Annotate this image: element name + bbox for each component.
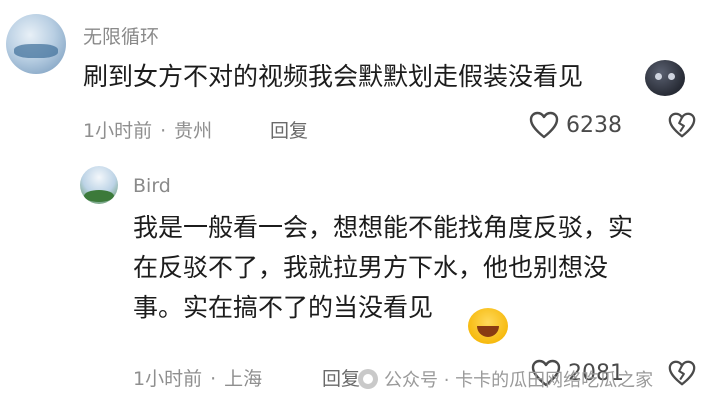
reply-username[interactable]: Bird (133, 175, 171, 197)
comment-thread: 无限循环 刷到女方不对的视频我会默默划走假装没看见 1小时前 · 贵州 回复 623… (0, 0, 720, 410)
reply-meta: 1小时前 · 上海 (133, 364, 262, 391)
like-button[interactable]: 6238 (528, 110, 622, 140)
like-count: 6238 (566, 112, 622, 138)
avatar[interactable] (6, 14, 66, 74)
reply-avatar[interactable] (80, 166, 118, 204)
reply-time: 1小时前 (133, 368, 203, 390)
reply-text-line: 我是一般看一会，想想能不能找角度反驳，实 (133, 213, 634, 242)
laughing-tears-emoji-icon (468, 308, 508, 344)
broken-heart-icon (668, 112, 696, 138)
reply-text-line: 事。实在搞不了的当没看见 (133, 293, 434, 322)
watermark: 公众号 · 卡卡的瓜田网络吃瓜之家 (358, 366, 653, 392)
reply-text: 我是一般看一会，想想能不能找角度反驳，实 在反驳不了，我就拉男方下水，他也别想没… (133, 208, 693, 328)
heart-icon (529, 111, 559, 139)
reply-button[interactable]: 回复 (270, 116, 308, 143)
reply-dislike-button[interactable] (667, 358, 697, 392)
watermark-text: 公众号 · 卡卡的瓜田网络吃瓜之家 (384, 370, 654, 391)
dark-face-emoji-icon (645, 60, 685, 96)
comment-username[interactable]: 无限循环 (83, 22, 159, 49)
comment-location: 贵州 (174, 120, 213, 142)
dislike-button[interactable] (667, 110, 697, 144)
comment-meta: 1小时前 · 贵州 (83, 116, 212, 143)
broken-heart-icon (668, 360, 696, 386)
comment-text: 刷到女方不对的视频我会默默划走假装没看见 (83, 62, 584, 91)
reply-location: 上海 (224, 368, 263, 390)
separator: · (160, 120, 167, 142)
comment-time: 1小时前 (83, 120, 153, 142)
wechat-icon (358, 369, 378, 389)
separator: · (210, 368, 217, 390)
reply-reply-button[interactable]: 回复 (322, 364, 360, 391)
reply-text-line: 在反驳不了，我就拉男方下水，他也别想没 (133, 253, 609, 282)
